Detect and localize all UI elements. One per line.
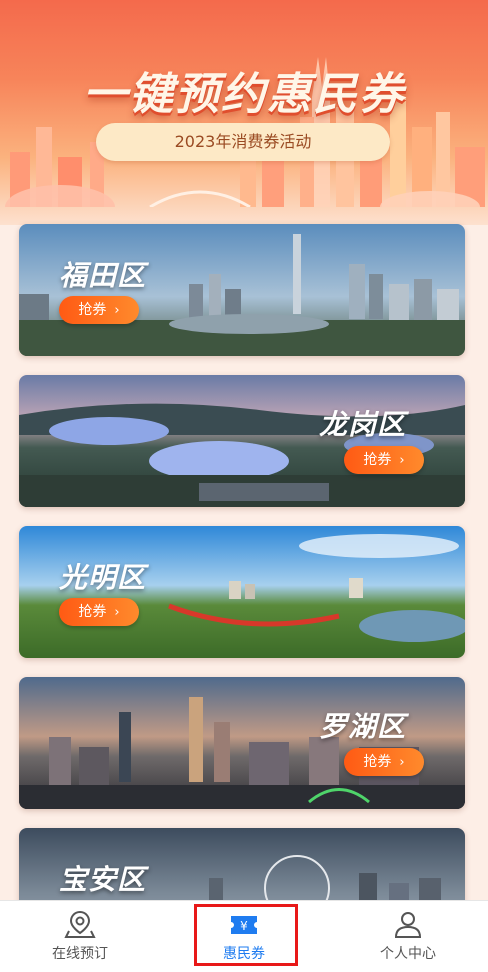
tab-label: 在线预订 <box>52 946 108 962</box>
location-pin-icon <box>64 910 96 938</box>
hero-banner: 一键预约惠民券 2023年消费券活动 <box>0 0 488 225</box>
chevron-right-icon: › <box>114 605 120 620</box>
tab-online-booking[interactable]: 在线预订 <box>0 901 160 972</box>
active-tab-highlight <box>194 904 298 966</box>
district-name: 宝安区 <box>59 863 147 896</box>
grab-coupon-button[interactable]: 抢券 › <box>344 748 424 776</box>
district-card-guangming[interactable]: 光明区 抢券 › <box>19 526 465 658</box>
chevron-right-icon: › <box>399 755 405 770</box>
chevron-right-icon: › <box>399 453 405 468</box>
district-name: 龙岗区 <box>319 408 407 441</box>
grab-coupon-button[interactable]: 抢券 › <box>59 598 139 626</box>
district-name: 罗湖区 <box>319 710 407 743</box>
district-card-luohu[interactable]: 罗湖区 抢券 › <box>19 677 465 809</box>
grab-coupon-button[interactable]: 抢券 › <box>344 446 424 474</box>
district-name: 光明区 <box>59 561 147 594</box>
grab-coupon-button[interactable]: 抢券 › <box>59 296 139 324</box>
banner-title: 一键预约惠民券 <box>83 69 405 120</box>
tab-label: 个人中心 <box>380 946 436 962</box>
tab-profile[interactable]: 个人中心 <box>328 901 488 972</box>
user-profile-icon <box>394 912 422 938</box>
district-card-futian[interactable]: 福田区 抢券 › <box>19 224 465 356</box>
district-card-longgang[interactable]: 龙岗区 抢券 › <box>19 375 465 507</box>
campaign-subtitle: 2023年消费券活动 <box>96 123 390 161</box>
district-name: 福田区 <box>59 259 147 292</box>
chevron-right-icon: › <box>114 303 120 318</box>
